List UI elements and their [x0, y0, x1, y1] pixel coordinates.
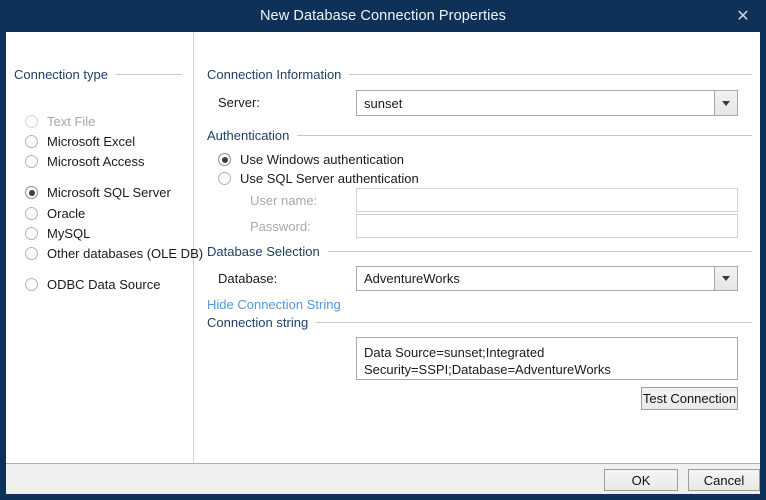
authentication-section-header: Authentication [207, 128, 752, 143]
server-dropdown-button[interactable] [714, 90, 738, 116]
radio-indicator-icon [25, 115, 38, 128]
radio-indicator-icon [25, 135, 38, 148]
radio-microsoft-access[interactable]: Microsoft Access [25, 154, 145, 169]
radio-label: ODBC Data Source [47, 277, 160, 292]
radio-label: Use Windows authentication [240, 152, 404, 167]
radio-indicator-icon [218, 153, 231, 166]
radio-other-databases-oledb[interactable]: Other databases (OLE DB) [25, 246, 203, 261]
database-label: Database: [218, 271, 277, 286]
connection-information-section-header: Connection Information [207, 67, 752, 82]
radio-oracle[interactable]: Oracle [25, 206, 85, 221]
username-input[interactable] [356, 188, 738, 212]
new-database-connection-dialog: New Database Connection Properties ✕ Con… [0, 0, 766, 500]
connection-string-header-label: Connection string [207, 315, 316, 330]
chevron-down-icon [722, 276, 730, 281]
chevron-down-icon [722, 101, 730, 106]
section-rule [316, 322, 752, 323]
dialog-body: Connection type Text File Microsoft Exce… [0, 32, 766, 463]
radio-indicator-icon [25, 227, 38, 240]
ok-button[interactable]: OK [604, 469, 678, 491]
dialog-footer: OK Cancel [0, 463, 766, 494]
radio-indicator-icon [218, 172, 231, 185]
radio-label: MySQL [47, 226, 90, 241]
radio-microsoft-sql-server[interactable]: Microsoft SQL Server [25, 185, 171, 200]
database-input[interactable]: AdventureWorks [356, 266, 738, 291]
password-input[interactable] [356, 214, 738, 238]
radio-label: Text File [47, 114, 95, 129]
connection-type-header-label: Connection type [14, 67, 116, 82]
connection-string-textarea[interactable]: Data Source=sunset;Integrated Security=S… [356, 337, 738, 380]
radio-indicator-icon [25, 247, 38, 260]
radio-label: Microsoft Access [47, 154, 145, 169]
radio-use-windows-authentication[interactable]: Use Windows authentication [218, 152, 404, 167]
server-input[interactable]: sunset [356, 90, 738, 116]
close-icon: ✕ [736, 8, 749, 24]
close-button[interactable]: ✕ [720, 0, 766, 32]
title-bar: New Database Connection Properties ✕ [0, 0, 766, 32]
radio-label: Other databases (OLE DB) [47, 246, 203, 261]
database-selection-section-header: Database Selection [207, 244, 752, 259]
database-dropdown-button[interactable] [714, 266, 738, 291]
section-rule [116, 74, 182, 75]
section-rule [328, 251, 752, 252]
radio-mysql[interactable]: MySQL [25, 226, 90, 241]
connection-string-section-header: Connection string [207, 315, 752, 330]
password-label: Password: [250, 219, 311, 234]
section-rule [297, 135, 752, 136]
database-input-value: AdventureWorks [364, 271, 460, 286]
radio-label: Microsoft SQL Server [47, 185, 171, 200]
radio-indicator-icon [25, 186, 38, 199]
radio-text-file: Text File [25, 114, 95, 129]
dialog-title: New Database Connection Properties [260, 8, 506, 24]
connection-information-header-label: Connection Information [207, 67, 349, 82]
radio-indicator-icon [25, 278, 38, 291]
radio-microsoft-excel[interactable]: Microsoft Excel [25, 134, 135, 149]
test-connection-button[interactable]: Test Connection [641, 387, 738, 410]
database-selection-header-label: Database Selection [207, 244, 328, 259]
server-label: Server: [218, 95, 260, 110]
radio-odbc-data-source[interactable]: ODBC Data Source [25, 277, 160, 292]
authentication-header-label: Authentication [207, 128, 297, 143]
radio-use-sql-server-authentication[interactable]: Use SQL Server authentication [218, 171, 419, 186]
cancel-button[interactable]: Cancel [688, 469, 760, 491]
hide-connection-string-link[interactable]: Hide Connection String [207, 297, 341, 312]
server-input-value: sunset [364, 96, 402, 111]
username-label: User name: [250, 193, 317, 208]
radio-indicator-icon [25, 207, 38, 220]
section-rule [349, 74, 752, 75]
radio-label: Microsoft Excel [47, 134, 135, 149]
radio-label: Oracle [47, 206, 85, 221]
radio-label: Use SQL Server authentication [240, 171, 419, 186]
connection-type-section-header: Connection type [14, 67, 182, 82]
radio-indicator-icon [25, 155, 38, 168]
